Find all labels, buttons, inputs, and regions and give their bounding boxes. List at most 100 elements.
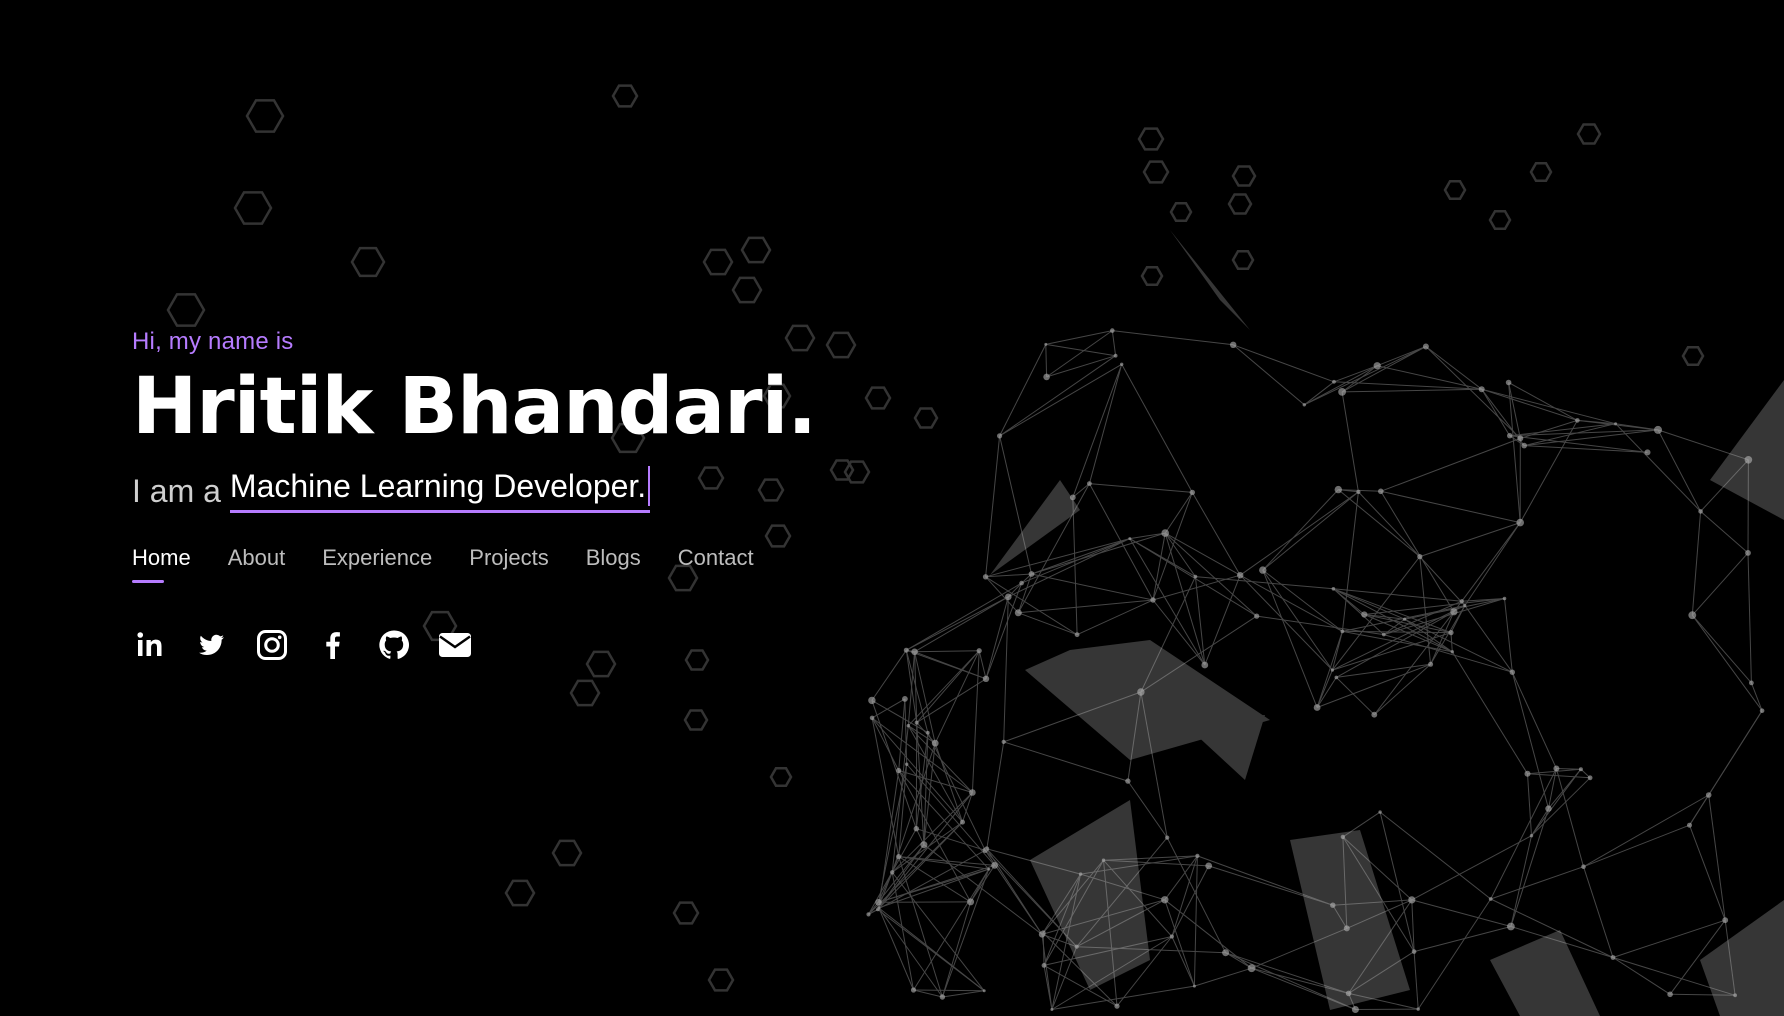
network-link bbox=[877, 821, 963, 910]
network-node bbox=[869, 715, 875, 721]
network-link bbox=[1411, 899, 1512, 927]
network-link bbox=[1194, 967, 1252, 987]
network-node bbox=[1408, 896, 1416, 904]
particle-hexagon bbox=[731, 276, 763, 304]
role-line: I am a Machine Learning Developer. bbox=[132, 464, 1032, 513]
network-link bbox=[934, 650, 980, 744]
network-node bbox=[926, 730, 930, 735]
network-node bbox=[905, 762, 909, 766]
instagram-icon[interactable] bbox=[254, 627, 290, 663]
network-link bbox=[1337, 489, 1421, 557]
network-node bbox=[1502, 596, 1507, 601]
network-link bbox=[1583, 824, 1690, 868]
network-link bbox=[878, 907, 985, 992]
network-link bbox=[1171, 855, 1198, 937]
github-icon[interactable] bbox=[376, 627, 412, 663]
particle-hexagon bbox=[233, 191, 273, 225]
network-node bbox=[920, 841, 928, 849]
network-node bbox=[1150, 597, 1156, 603]
network-facet bbox=[1180, 715, 1265, 780]
network-link bbox=[1691, 614, 1763, 711]
network-node bbox=[1687, 822, 1692, 828]
network-node bbox=[1507, 922, 1515, 931]
nav-blogs[interactable]: Blogs bbox=[586, 543, 641, 583]
network-node bbox=[1205, 862, 1213, 870]
particle-hexagon bbox=[1488, 210, 1512, 230]
network-node bbox=[1195, 853, 1200, 859]
network-node bbox=[1378, 488, 1384, 495]
network-node bbox=[1507, 433, 1513, 439]
network-node bbox=[1050, 1008, 1054, 1011]
network-link bbox=[891, 821, 963, 873]
network-link bbox=[1333, 381, 1482, 390]
network-link bbox=[1303, 381, 1335, 406]
network-link bbox=[1341, 491, 1359, 632]
particle-hexagon bbox=[769, 767, 793, 787]
network-node bbox=[1351, 1006, 1359, 1013]
network-node bbox=[1448, 630, 1454, 636]
network-node bbox=[1338, 388, 1346, 396]
network-node bbox=[1237, 572, 1244, 579]
network-link bbox=[1031, 538, 1130, 575]
network-link bbox=[1380, 490, 1521, 524]
network-node bbox=[902, 696, 908, 702]
network-link bbox=[1336, 663, 1431, 678]
nav-projects[interactable]: Projects bbox=[469, 543, 548, 583]
network-node bbox=[1069, 494, 1076, 501]
network-link bbox=[1380, 437, 1521, 492]
network-node bbox=[967, 898, 975, 906]
network-node bbox=[987, 867, 991, 871]
network-link bbox=[1689, 825, 1726, 921]
network-link bbox=[1691, 552, 1749, 616]
linkedin-icon[interactable] bbox=[132, 627, 168, 663]
network-node bbox=[991, 862, 998, 869]
network-link bbox=[1510, 808, 1549, 927]
network-link bbox=[1112, 330, 1234, 346]
network-node bbox=[1450, 650, 1455, 654]
hero-section: Hi, my name is Hritik Bhandari. I am a M… bbox=[0, 0, 1784, 1016]
particle-hexagon bbox=[702, 248, 734, 276]
network-link bbox=[1417, 898, 1492, 1010]
network-node bbox=[1654, 425, 1662, 434]
network-link bbox=[1342, 811, 1381, 838]
network-node bbox=[982, 675, 990, 682]
network-node bbox=[1230, 341, 1237, 348]
particle-hexagon bbox=[166, 293, 206, 327]
network-link bbox=[1051, 985, 1195, 1010]
network-link bbox=[1691, 511, 1702, 616]
particle-hexagon bbox=[1576, 123, 1602, 145]
network-link bbox=[942, 990, 985, 998]
network-node bbox=[1667, 991, 1673, 998]
mail-icon[interactable] bbox=[437, 627, 473, 663]
network-link bbox=[1342, 630, 1452, 634]
twitter-icon[interactable] bbox=[193, 627, 229, 663]
network-link bbox=[1691, 614, 1752, 684]
typed-role: Machine Learning Developer. bbox=[229, 464, 651, 513]
network-node bbox=[1330, 902, 1336, 908]
network-node bbox=[931, 739, 939, 747]
network-node bbox=[1422, 343, 1429, 350]
network-link bbox=[1419, 522, 1521, 558]
network-link bbox=[1076, 599, 1154, 636]
network-node bbox=[868, 696, 876, 705]
particle-hexagon bbox=[611, 84, 639, 108]
nav-home[interactable]: Home bbox=[132, 543, 191, 583]
network-link bbox=[1164, 492, 1193, 534]
nav-experience[interactable]: Experience bbox=[322, 543, 432, 583]
particle-hexagon bbox=[1529, 162, 1553, 182]
network-link bbox=[1689, 710, 1763, 826]
network-link bbox=[1700, 511, 1749, 554]
social-links bbox=[132, 627, 1032, 663]
network-node bbox=[969, 789, 976, 796]
nav-about[interactable]: About bbox=[228, 543, 286, 583]
network-node bbox=[1578, 767, 1583, 772]
network-link bbox=[1191, 492, 1241, 576]
nav-contact[interactable]: Contact bbox=[678, 543, 754, 583]
network-node bbox=[1101, 858, 1106, 862]
network-node bbox=[1759, 708, 1765, 713]
network-link bbox=[986, 741, 1005, 849]
network-node bbox=[1378, 810, 1382, 814]
facebook-icon[interactable] bbox=[315, 627, 351, 663]
network-node bbox=[1110, 328, 1115, 333]
network-node bbox=[1614, 422, 1618, 426]
